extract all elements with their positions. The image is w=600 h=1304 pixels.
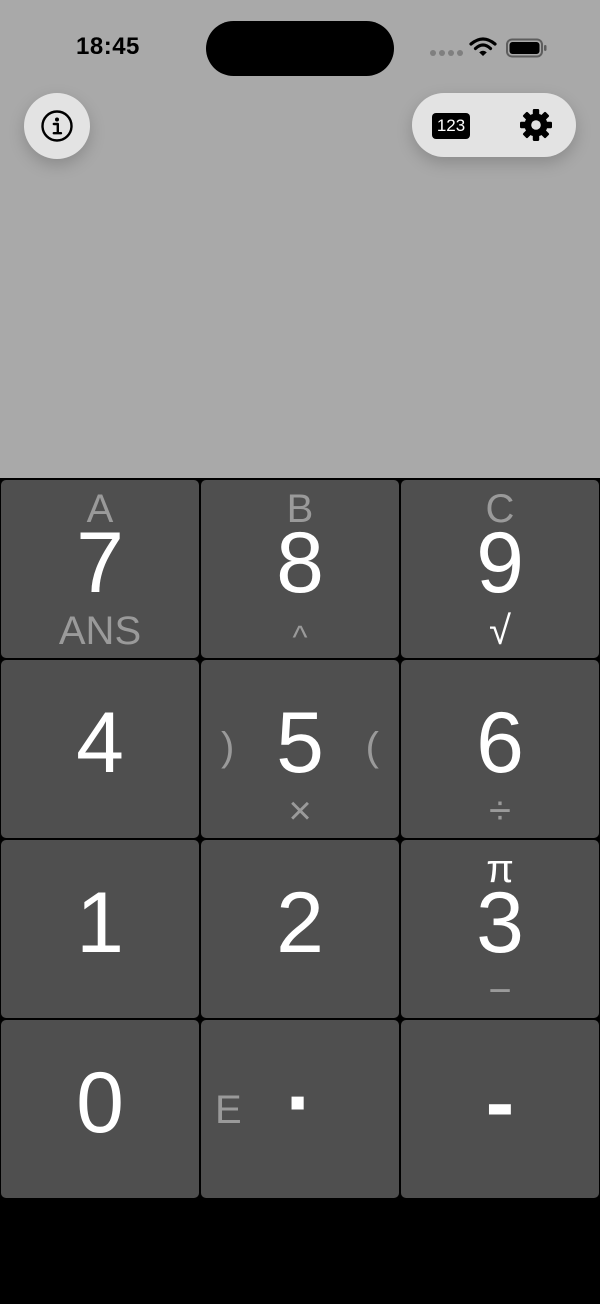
- wifi-icon: [469, 37, 497, 56]
- key-2[interactable]: 2: [201, 840, 399, 1018]
- key-5-alt-right: (: [365, 725, 379, 769]
- key-5[interactable]: ) 5 ( ×: [201, 660, 399, 838]
- key-8-main: 8: [276, 515, 324, 611]
- dynamic-island: [206, 21, 394, 76]
- key-6-alt-bottom: ÷: [489, 789, 511, 833]
- key-7-main: 7: [76, 515, 124, 611]
- info-button[interactable]: [24, 93, 90, 159]
- key-5-alt-bottom: ×: [288, 789, 312, 833]
- key-0-main: 0: [76, 1055, 124, 1151]
- key-1[interactable]: 1: [1, 840, 199, 1018]
- key-6-main: 6: [476, 695, 524, 791]
- key-9-alt-bottom: √: [489, 609, 511, 653]
- key-minus[interactable]: -: [401, 1020, 599, 1198]
- key-9-main: 9: [476, 515, 524, 611]
- gear-icon[interactable]: [518, 107, 554, 143]
- key-0[interactable]: 0: [1, 1020, 199, 1198]
- cellular-signal-icon: [430, 50, 464, 58]
- key-3-main: 3: [476, 875, 524, 971]
- battery-icon: [506, 38, 547, 58]
- key-2-main: 2: [276, 875, 324, 971]
- key-7[interactable]: A 7 ANS: [1, 480, 199, 658]
- number-format-toggle[interactable]: 123: [432, 113, 470, 139]
- key-decimal-main: ·: [285, 1055, 315, 1151]
- key-minus-main: -: [485, 1055, 515, 1151]
- toolbar-pill: 123: [412, 93, 576, 157]
- key-9[interactable]: C 9 √: [401, 480, 599, 658]
- key-8[interactable]: B 8 ^: [201, 480, 399, 658]
- status-time: 18:45: [76, 33, 140, 60]
- key-1-main: 1: [76, 875, 124, 971]
- key-8-alt-bottom: ^: [292, 619, 308, 655]
- key-6[interactable]: 6 ÷: [401, 660, 599, 838]
- key-4[interactable]: 4: [1, 660, 199, 838]
- key-4-main: 4: [76, 695, 124, 791]
- info-icon: [41, 110, 73, 142]
- key-7-alt-bottom: ANS: [58, 609, 142, 653]
- key-3-alt-bottom: −: [488, 969, 512, 1013]
- key-decimal[interactable]: E ·: [201, 1020, 399, 1198]
- key-3[interactable]: π 3 −: [401, 840, 599, 1018]
- display-area: 18:45 123: [0, 0, 600, 478]
